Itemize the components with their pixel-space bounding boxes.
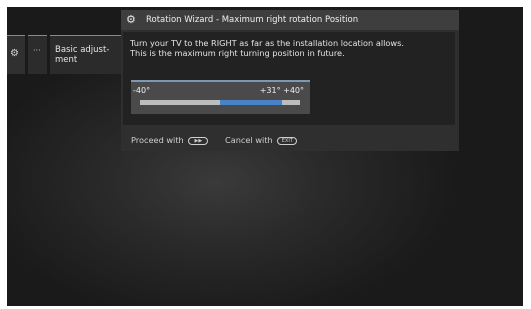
more-label: ··· [33,46,41,55]
cancel-hint[interactable]: Cancel with EXIT [225,135,298,145]
slider-track[interactable] [140,100,300,105]
menu-basic-adjustment-item[interactable]: Basic adjust- ment [50,35,123,74]
gears-icon: ⚙ [126,13,136,26]
exit-key-icon: EXIT [277,136,298,145]
dialog-message: Turn your TV to the RIGHT as far as the … [130,38,450,58]
dialog-title: Rotation Wizard - Maximum right rotation… [146,15,359,25]
gear-icon: ⚙ [10,48,19,59]
rotation-slider[interactable]: -40° +31° +40° [131,80,310,114]
menu-more-item[interactable]: ··· [28,35,47,74]
dialog-footer: Proceed with ▶▶ Cancel with EXIT [121,128,459,151]
forward-key-icon: ▶▶ [188,136,209,145]
message-line-1: Turn your TV to the RIGHT as far as the … [130,38,404,48]
tv-screen: ⚙ ··· Basic adjust- ment ⚙ Rotation Wiza… [7,7,523,306]
cancel-label: Cancel with [225,135,273,145]
dialog-body: Turn your TV to the RIGHT as far as the … [123,32,455,125]
rotation-wizard-dialog: ⚙ Rotation Wizard - Maximum right rotati… [121,10,459,151]
proceed-label: Proceed with [131,135,184,145]
slider-max-label: +31° +40° [259,86,304,95]
menu-settings-item[interactable]: ⚙ [7,35,25,74]
message-line-2: This is the maximum right turning positi… [130,48,345,58]
slider-min-label: -40° [133,86,151,95]
dialog-title-bar: ⚙ Rotation Wizard - Maximum right rotati… [121,10,459,30]
proceed-hint[interactable]: Proceed with ▶▶ [131,135,209,145]
slider-fill [220,100,283,105]
basic-adjustment-label: Basic adjust- ment [55,45,110,65]
